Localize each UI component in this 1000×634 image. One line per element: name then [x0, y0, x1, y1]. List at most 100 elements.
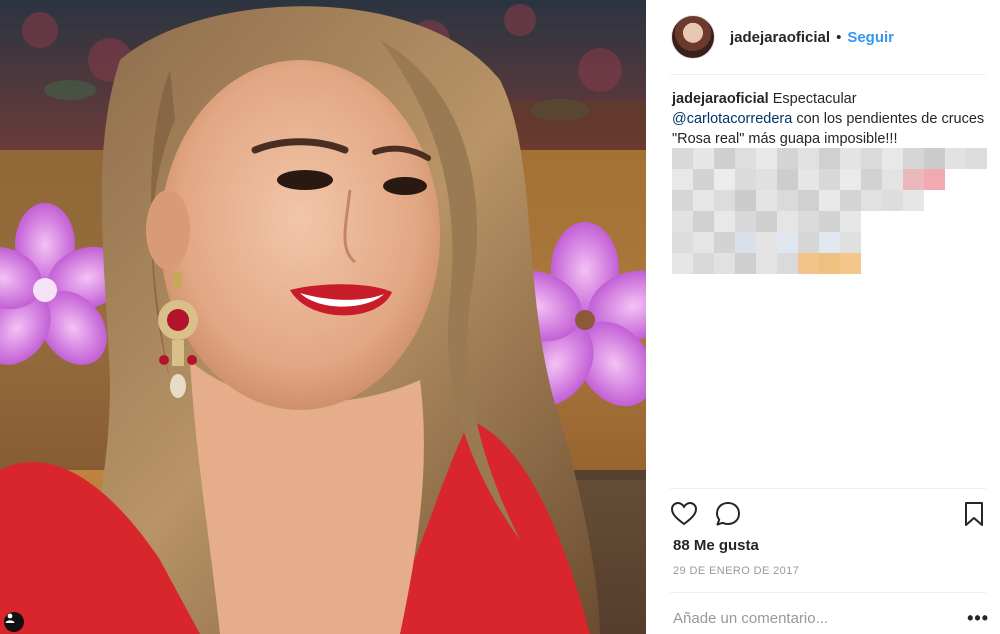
- comment-input[interactable]: [673, 609, 933, 627]
- pixelated-cell: [714, 232, 735, 253]
- likes-count[interactable]: 88 Me gusta: [673, 537, 759, 554]
- pixelated-cell: [798, 148, 819, 169]
- pixelated-cell: [903, 148, 924, 169]
- header-divider: [670, 74, 986, 75]
- pixelated-cell: [945, 232, 966, 253]
- pixelated-cell: [882, 232, 903, 253]
- pixelated-cell: [903, 190, 924, 211]
- pixelated-cell: [714, 148, 735, 169]
- pixelated-cell: [798, 169, 819, 190]
- pixelated-cell: [798, 253, 819, 274]
- pixelated-cell: [882, 190, 903, 211]
- pixelated-row: [672, 169, 988, 190]
- pixelated-cell: [840, 253, 861, 274]
- pixelated-cell: [819, 253, 840, 274]
- avatar[interactable]: [671, 15, 715, 59]
- pixelated-cell: [735, 232, 756, 253]
- pixelated-cell: [966, 211, 987, 232]
- pixelated-cell: [924, 232, 945, 253]
- pixelated-cell: [861, 211, 882, 232]
- pixelated-cell: [693, 190, 714, 211]
- pixelated-cell: [861, 190, 882, 211]
- pixelated-cell: [819, 232, 840, 253]
- pixelated-cell: [945, 148, 966, 169]
- pixelated-cell: [714, 169, 735, 190]
- pixelated-cell: [777, 211, 798, 232]
- pixelated-cell: [945, 253, 966, 274]
- pixelated-cell: [714, 211, 735, 232]
- pixelated-cell: [966, 253, 987, 274]
- pixelated-cell: [798, 211, 819, 232]
- pixelated-cell: [819, 190, 840, 211]
- pixelated-cell: [735, 169, 756, 190]
- action-bar: [670, 500, 990, 530]
- header-username[interactable]: jadejaraoficial: [730, 29, 830, 46]
- follow-button[interactable]: Seguir: [847, 29, 894, 46]
- pixelated-cell: [882, 211, 903, 232]
- pixelated-cell: [672, 148, 693, 169]
- comment-bubble-icon[interactable]: [714, 500, 742, 533]
- pixelated-cell: [966, 190, 987, 211]
- pixelated-cell: [777, 253, 798, 274]
- pixelated-cell: [861, 148, 882, 169]
- pixelated-cell: [840, 232, 861, 253]
- pixelated-cell: [756, 232, 777, 253]
- pixelated-cell: [903, 211, 924, 232]
- bookmark-icon[interactable]: [962, 500, 986, 533]
- pixelated-cell: [924, 190, 945, 211]
- pixelated-cell: [672, 169, 693, 190]
- pixelated-cell: [945, 190, 966, 211]
- pixelated-row: [672, 232, 988, 253]
- pixelated-cell: [777, 190, 798, 211]
- pixelated-hashtags: [672, 148, 988, 274]
- post-photo[interactable]: [0, 0, 646, 634]
- pixelated-cell: [966, 169, 987, 190]
- pixelated-cell: [777, 169, 798, 190]
- caption-mention-link[interactable]: @carlotacorredera: [672, 111, 792, 127]
- pixelated-cell: [756, 148, 777, 169]
- pixelated-cell: [693, 232, 714, 253]
- pixelated-cell: [819, 211, 840, 232]
- pixelated-cell: [735, 253, 756, 274]
- pixelated-cell: [672, 190, 693, 211]
- header-separator: •: [836, 28, 842, 46]
- comment-divider: [670, 592, 986, 593]
- pixelated-cell: [882, 169, 903, 190]
- pixelated-cell: [945, 211, 966, 232]
- post-sidebar: jadejaraoficial • Seguir jadejaraoficial…: [646, 0, 1000, 634]
- more-options-icon[interactable]: •••: [967, 608, 989, 629]
- pixelated-cell: [903, 169, 924, 190]
- pixelated-cell: [924, 253, 945, 274]
- user-tag-icon[interactable]: [4, 612, 24, 632]
- pixelated-cell: [756, 211, 777, 232]
- pixelated-cell: [756, 253, 777, 274]
- pixelated-cell: [840, 169, 861, 190]
- pixelated-row: [672, 190, 988, 211]
- pixelated-cell: [777, 148, 798, 169]
- pixelated-cell: [903, 232, 924, 253]
- pixelated-cell: [840, 211, 861, 232]
- pixelated-cell: [966, 148, 987, 169]
- caption-username[interactable]: jadejaraoficial: [672, 91, 769, 107]
- pixelated-cell: [714, 190, 735, 211]
- pixelated-cell: [861, 232, 882, 253]
- pixelated-cell: [819, 169, 840, 190]
- post-caption: jadejaraoficial Espectacular @carlotacor…: [672, 89, 990, 149]
- pixelated-cell: [672, 211, 693, 232]
- pixelated-cell: [693, 253, 714, 274]
- pixelated-cell: [735, 190, 756, 211]
- pixelated-cell: [924, 211, 945, 232]
- pixelated-cell: [693, 211, 714, 232]
- heart-icon[interactable]: [670, 500, 698, 533]
- pixelated-cell: [756, 169, 777, 190]
- pixelated-cell: [840, 148, 861, 169]
- pixelated-cell: [777, 232, 798, 253]
- photo-illustration: [0, 0, 646, 634]
- pixelated-cell: [798, 232, 819, 253]
- pixelated-cell: [924, 148, 945, 169]
- pixelated-cell: [672, 232, 693, 253]
- pixelated-cell: [903, 253, 924, 274]
- pixelated-row: [672, 148, 988, 169]
- pixelated-cell: [945, 169, 966, 190]
- pixelated-cell: [693, 169, 714, 190]
